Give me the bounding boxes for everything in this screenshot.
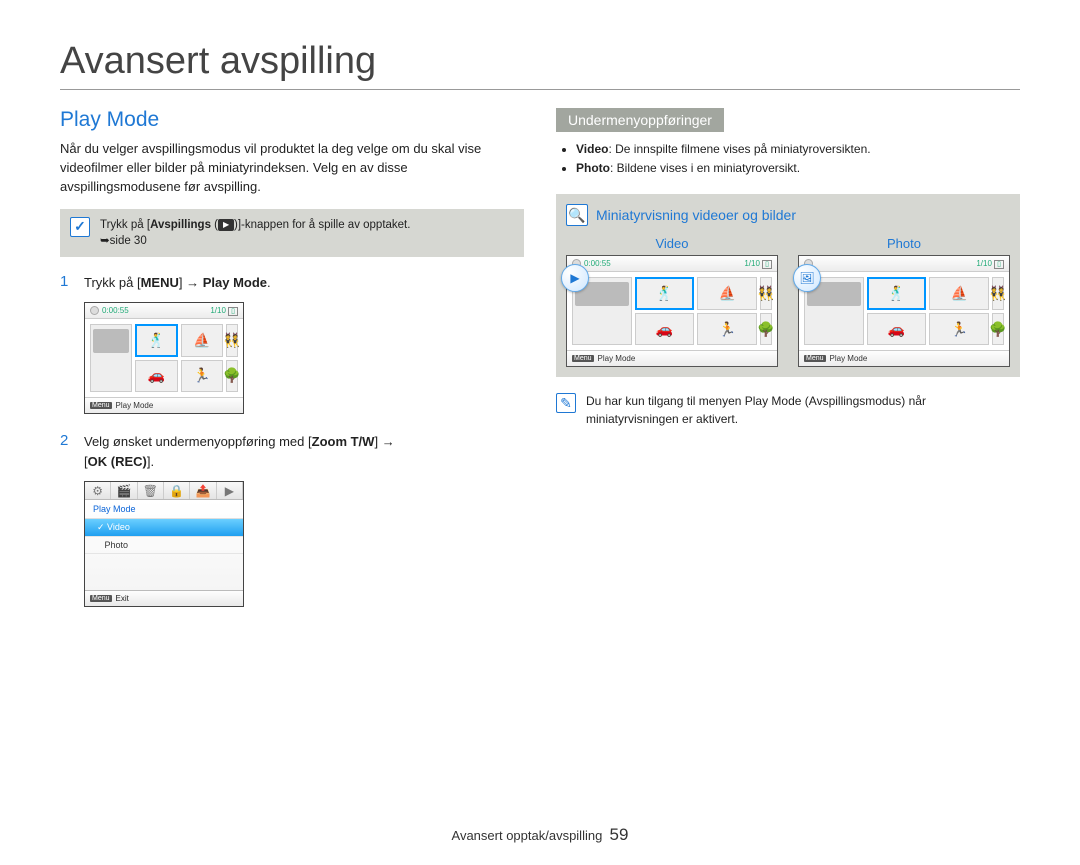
thumbnail: 🕺 [635,277,695,310]
thumbnail: 🚗 [867,313,927,346]
tip-text: Trykk på [Avspillings (▶)]-knappen for å… [100,217,410,249]
thumbnail: 🏃 [697,313,757,346]
overview-photo-screenshot: 🖼 1/10 ▯ 🕺 ⛵ 👯 🚗 🏃 [798,255,1010,367]
thumbnail: 👯 [760,277,772,310]
thumbnail: 🚗 [135,360,177,393]
overview-video-screenshot: ▶ 0:00:55 1/10 ▯ 🕺 ⛵ 👯 🚗 [566,255,778,367]
menu-row-video: ✓ Video [85,519,243,537]
page-title: Avansert avspilling [60,40,1020,90]
screenshot-play-mode-grid: 0:00:55 1/10 ▯ 🕺 ⛵ 👯 🚗 🏃 🌳 Menu Play Mod… [84,302,244,414]
card-icon: ▯ [228,307,238,316]
menu-tab-play-icon: 🎬 [111,482,137,499]
step-number: 1 [60,273,74,293]
page-footer: Avansert opptak/avspilling 59 [0,825,1080,845]
submenu-banner: Undermenyoppføringer [556,108,724,132]
menu-tab-slide-icon: ▶ [217,482,243,499]
shot-counter: 1/10 [210,306,226,315]
section-heading: Play Mode [60,108,524,132]
submenu-bullets: Video: De innspilte filmene vises på min… [560,140,1020,178]
play-icon: ▶ [218,219,234,231]
thumbnail: 🕺 [867,277,927,310]
step-1: 1 Trykk på [MENU] → Play Mode. [60,273,524,293]
thumbnail: 🚗 [635,313,695,346]
thumbnail: 🏃 [929,313,989,346]
shot-footer-label: Play Mode [116,401,154,410]
thumbnail: ⛵ [697,277,757,310]
menu-chip: Menu [572,355,594,362]
info-note-text: Du har kun tilgang til menyen Play Mode … [586,393,1020,428]
step-number: 2 [60,432,74,471]
overview-heading: Miniatyrvisning videoer og bilder [596,207,796,223]
thumbnail: 🌳 [226,360,238,393]
thumbnail: 🌳 [760,313,772,346]
shot-time: 0:00:55 [102,306,129,315]
menu-chip: Menu [90,595,112,602]
check-icon: ✓ [70,217,90,237]
thumbnail: 🏃 [181,360,223,393]
record-indicator-icon [90,306,99,315]
screenshot-menu-selection: ⚙ 🎬 🗑 🔒 📤 ▶ Play Mode ✓ Video Photo Menu… [84,481,244,607]
scrollbar [90,324,132,392]
overview-photo-label: Photo [798,236,1010,251]
thumbnail: 👯 [226,324,238,357]
menu-tab-lock-icon: 🔒 [164,482,190,499]
menu-tab-share-icon: 📤 [190,482,216,499]
play-tip-box: ✓ Trykk på [Avspillings (▶)]-knappen for… [60,209,524,257]
intro-text: Når du velger avspillingsmodus vil produ… [60,140,524,197]
step-text: Velg ønsket undermenyoppføring med [Zoom… [84,432,395,471]
menu-section-label: Play Mode [85,500,243,519]
menu-tab-trash-icon: 🗑 [138,482,164,499]
overview-video-label: Video [566,236,778,251]
menu-row-photo: Photo [85,537,243,554]
menu-tab-gear-icon: ⚙ [85,482,111,499]
menu-footer-label: Exit [116,594,129,603]
thumbnail: 🌳 [992,313,1004,346]
thumbnail: ⛵ [181,324,223,357]
thumbnail-overview-panel: 🔍 Miniatyrvisning videoer og bilder Vide… [556,194,1020,377]
step-text: Trykk på [MENU] → Play Mode. [84,273,271,293]
step-2: 2 Velg ønsket undermenyoppføring med [Zo… [60,432,524,471]
thumbnail: 👯 [992,277,1004,310]
magnifier-icon: 🔍 [566,204,588,226]
info-note: ✎ Du har kun tilgang til menyen Play Mod… [556,393,1020,428]
pencil-note-icon: ✎ [556,393,576,413]
thumbnail: 🕺 [135,324,177,357]
menu-chip: Menu [90,402,112,409]
thumbnail: ⛵ [929,277,989,310]
menu-chip: Menu [804,355,826,362]
